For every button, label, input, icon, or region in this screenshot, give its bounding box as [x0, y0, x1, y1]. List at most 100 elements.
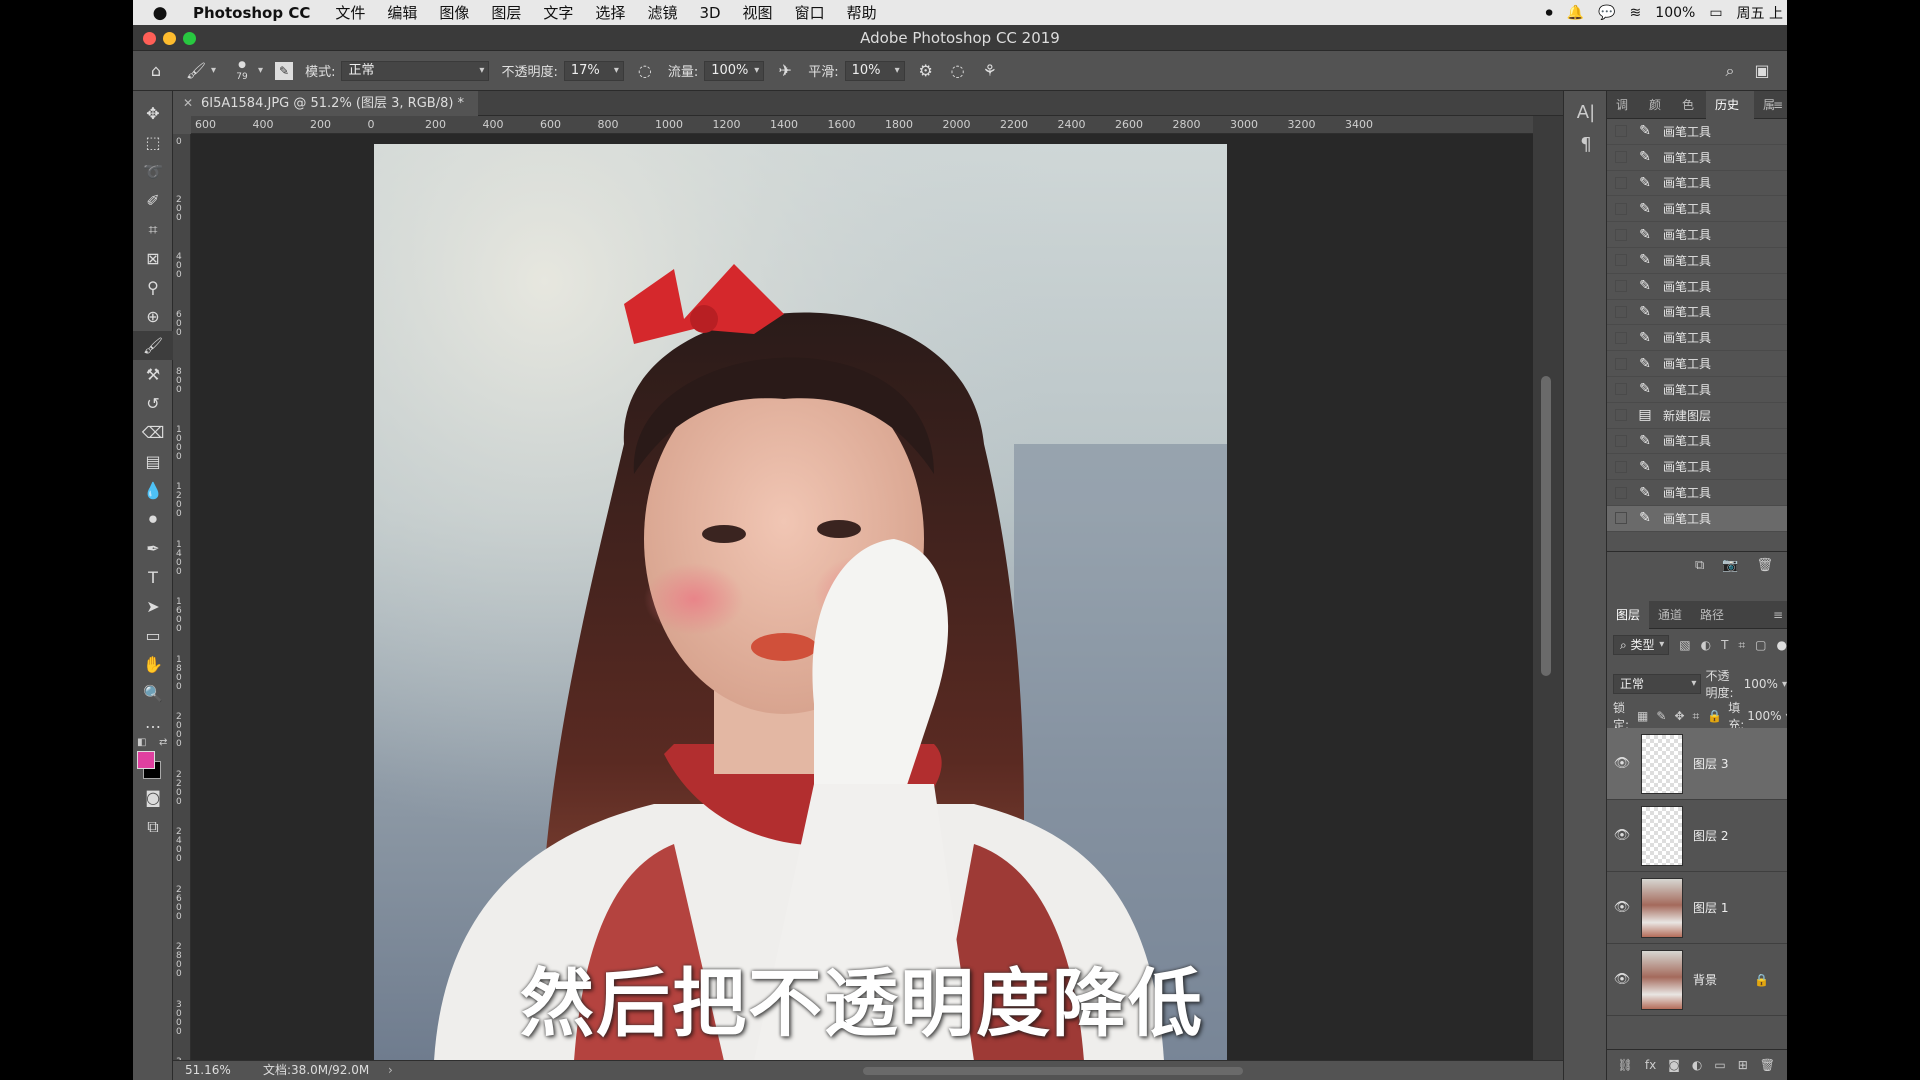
clone-stamp-tool-icon[interactable]: ⚒ [133, 360, 173, 389]
paragraph-panel-icon[interactable]: ¶ [1564, 129, 1608, 161]
tab-adjustments[interactable]: 调整 [1607, 91, 1640, 140]
history-item[interactable]: ✎ 画笔工具 [1607, 480, 1787, 506]
screen-record-icon[interactable]: ⏺ [1546, 5, 1553, 21]
marquee-tool-icon[interactable]: ⬚ [133, 128, 173, 157]
brush-size-dropdown-icon[interactable]: ▾ [258, 65, 263, 76]
history-item[interactable]: ✎ 画笔工具 [1607, 171, 1787, 197]
frame-tool-icon[interactable]: ⊠ [133, 244, 173, 273]
menu-app-name[interactable]: Photoshop CC [193, 4, 310, 22]
search-icon[interactable]: ⌕ [1719, 60, 1741, 82]
visibility-eye-icon[interactable]: 👁 [1607, 828, 1637, 843]
home-icon[interactable]: ⌂ [145, 60, 167, 82]
history-item[interactable]: ✎ 画笔工具 [1607, 300, 1787, 326]
lasso-tool-icon[interactable]: ➰ [133, 157, 173, 186]
layer-opacity-value[interactable]: 100% [1744, 677, 1778, 691]
history-snapshot-checkbox[interactable] [1615, 280, 1627, 293]
history-snapshot-checkbox[interactable] [1615, 176, 1627, 189]
new-group-icon[interactable]: ▭ [1714, 1058, 1725, 1072]
menu-3d[interactable]: 3D [699, 4, 720, 22]
tab-paths[interactable]: 路径 [1691, 601, 1733, 629]
canvas-area[interactable]: 然后把不透明度降低 [191, 134, 1533, 1060]
filter-pixel-icon[interactable]: ▧ [1679, 638, 1690, 652]
menu-layer[interactable]: 图层 [491, 2, 521, 23]
history-item[interactable]: ✎ 画笔工具 [1607, 248, 1787, 274]
history-item[interactable]: ✎ 画笔工具 [1607, 222, 1787, 248]
adjustment-layer-icon[interactable]: ◐ [1692, 1058, 1702, 1072]
history-snapshot-checkbox[interactable] [1615, 254, 1627, 267]
blend-mode-select[interactable]: 正常 ▾ [1613, 674, 1702, 694]
type-tool-icon[interactable]: T [133, 563, 173, 592]
brush-settings-toggle-icon[interactable]: ✎ [275, 61, 294, 80]
history-item[interactable]: ✎ 画笔工具 [1607, 377, 1787, 403]
layer-name[interactable]: 图层 3 [1693, 755, 1728, 772]
history-snapshot-checkbox[interactable] [1615, 228, 1627, 241]
horizontal-scrollbar-thumb[interactable] [863, 1067, 1243, 1075]
history-item[interactable]: ✎ 画笔工具 [1607, 145, 1787, 171]
brush-preset-dropdown-icon[interactable]: ▾ [211, 65, 216, 76]
canvas-vertical-scrollbar[interactable] [1533, 116, 1563, 1060]
history-snapshot-checkbox[interactable] [1615, 331, 1627, 344]
history-item[interactable]: ✎ 画笔工具 [1607, 505, 1787, 532]
fill-value[interactable]: 100% [1747, 709, 1781, 723]
layer-style-fx-icon[interactable]: fx [1645, 1058, 1656, 1072]
brush-size-picker[interactable]: ● 79 [230, 59, 254, 83]
add-mask-icon[interactable]: ◙ [1668, 1058, 1680, 1072]
blur-tool-icon[interactable]: 💧 [133, 476, 173, 505]
zoom-window-button[interactable] [183, 32, 196, 45]
panel-menu-icon[interactable]: ≡ [1773, 601, 1783, 629]
lock-transparent-icon[interactable]: ▦ [1637, 709, 1648, 723]
history-item[interactable]: ✎ 画笔工具 [1607, 429, 1787, 455]
layer-row[interactable]: 👁 背景 🔒 [1607, 944, 1787, 1016]
document-photo[interactable] [374, 144, 1227, 1060]
notification-bell-icon[interactable]: 🔔 [1567, 5, 1584, 21]
history-item[interactable]: ✎ 画笔工具 [1607, 196, 1787, 223]
menu-window[interactable]: 窗口 [795, 2, 825, 23]
apple-logo-icon[interactable]: ● [143, 3, 177, 23]
lock-pixels-icon[interactable]: ✎ [1656, 709, 1666, 723]
layer-filter-select[interactable]: ⌕ 类型 ▾ [1613, 635, 1670, 655]
scrollbar-thumb[interactable] [1541, 376, 1551, 676]
healing-brush-tool-icon[interactable]: ⊕ [133, 302, 173, 331]
history-snapshot-checkbox[interactable] [1615, 460, 1627, 473]
history-snapshot-checkbox[interactable] [1615, 512, 1627, 525]
pen-tool-icon[interactable]: ✒ [133, 534, 173, 563]
crop-tool-icon[interactable]: ⌗ [133, 215, 173, 244]
lock-position-icon[interactable]: ✥ [1674, 709, 1684, 723]
hand-tool-icon[interactable]: ✋ [133, 650, 173, 679]
pressure-size-icon[interactable]: ◌ [947, 60, 969, 82]
layer-name[interactable]: 图层 1 [1693, 899, 1728, 916]
opacity-input[interactable]: 17% ▾ [563, 60, 624, 81]
new-layer-icon[interactable]: ⊞ [1738, 1058, 1748, 1072]
tab-channels[interactable]: 通道 [1649, 601, 1691, 629]
fill-dropdown-icon[interactable]: ▾ [1786, 711, 1787, 722]
tab-color[interactable]: 颜色 [1640, 91, 1673, 140]
filter-adjustment-icon[interactable]: ◐ [1701, 638, 1711, 652]
gradient-tool-icon[interactable]: ▤ [133, 447, 173, 476]
airbrush-icon[interactable]: ✈ [774, 60, 796, 82]
eraser-tool-icon[interactable]: ⌫ [133, 418, 173, 447]
filter-shape-icon[interactable]: ⌗ [1738, 638, 1745, 653]
panel-menu-icon[interactable]: ≡ [1773, 91, 1783, 119]
close-window-button[interactable] [143, 32, 156, 45]
more-tools-icon[interactable]: … [133, 708, 173, 737]
history-item[interactable]: ✎ 画笔工具 [1607, 274, 1787, 300]
wifi-icon[interactable]: ≋ [1630, 5, 1642, 21]
mode-select[interactable]: 正常 ▾ [341, 60, 490, 81]
history-snapshot-checkbox[interactable] [1615, 151, 1627, 164]
layer-thumbnail[interactable] [1641, 949, 1683, 1010]
layer-row[interactable]: 👁 图层 1 [1607, 872, 1787, 944]
path-select-tool-icon[interactable]: ➤ [133, 592, 173, 621]
tab-swatches[interactable]: 色板 [1673, 91, 1706, 140]
close-tab-icon[interactable]: ✕ [183, 91, 193, 116]
brush-tool-icon[interactable]: 🖌 [133, 331, 173, 360]
history-snapshot-checkbox[interactable] [1615, 202, 1627, 215]
history-snapshot-checkbox[interactable] [1615, 409, 1627, 422]
minimize-window-button[interactable] [163, 32, 176, 45]
trash-icon[interactable]: 🗑 [1756, 558, 1773, 573]
menu-file[interactable]: 文件 [335, 2, 365, 23]
layer-name[interactable]: 图层 2 [1693, 827, 1728, 844]
menu-select[interactable]: 选择 [595, 2, 625, 23]
history-item[interactable]: ✎ 画笔工具 [1607, 325, 1787, 352]
history-snapshot-checkbox[interactable] [1615, 434, 1627, 447]
menu-image[interactable]: 图像 [439, 2, 469, 23]
